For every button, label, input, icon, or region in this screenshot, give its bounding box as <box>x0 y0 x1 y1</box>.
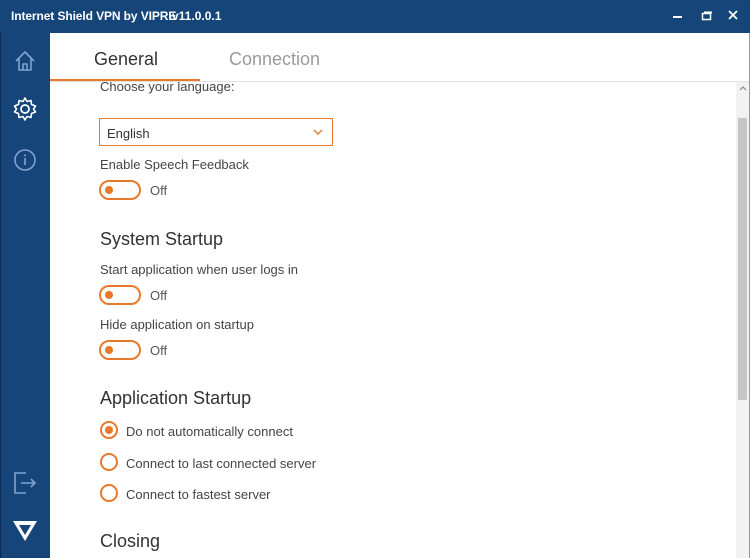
scroll-up-icon <box>739 86 747 91</box>
minimize-button[interactable] <box>668 7 688 25</box>
closing-heading: Closing <box>100 531 161 551</box>
settings-panel: Choose your language: English Enable Spe… <box>50 82 736 558</box>
maximize-button[interactable] <box>697 7 717 25</box>
sidebar-item-home[interactable] <box>11 47 39 75</box>
language-label: Choose your language: <box>100 82 235 94</box>
radio-label-no-auto-connect: Do not automatically connect <box>126 424 293 439</box>
gear-icon <box>13 97 37 121</box>
radio-no-auto-connect[interactable] <box>100 421 118 439</box>
speech-feedback-label: Enable Speech Feedback <box>100 157 249 172</box>
toggle-knob <box>105 186 113 194</box>
hide-on-startup-state: Off <box>150 343 168 358</box>
vertical-scrollbar[interactable] <box>736 82 750 558</box>
radio-label-last-server: Connect to last connected server <box>126 456 317 471</box>
toggle-knob <box>105 346 113 354</box>
start-on-login-label: Start application when user logs in <box>100 262 299 277</box>
language-select[interactable]: English <box>99 118 333 146</box>
speech-feedback-state: Off <box>150 183 168 198</box>
sidebar-item-settings[interactable] <box>11 95 39 123</box>
sidebar-item-logout[interactable] <box>11 469 39 497</box>
speech-feedback-toggle[interactable] <box>99 180 141 200</box>
start-on-login-state: Off <box>150 288 168 303</box>
window-border <box>0 33 1 558</box>
tab-general[interactable]: General <box>94 49 158 70</box>
tab-bar: General Connection <box>50 33 750 82</box>
close-button[interactable] <box>725 7 745 25</box>
start-on-login-toggle[interactable] <box>99 285 141 305</box>
sidebar <box>0 33 50 558</box>
chevron-down-icon <box>313 129 323 135</box>
radio-fastest-server[interactable] <box>100 484 118 502</box>
system-startup-heading: System Startup <box>100 229 224 249</box>
title-bar: Internet Shield VPN by VIPRE v11.0.0.1 <box>0 0 750 33</box>
scrollbar-thumb[interactable] <box>738 118 747 400</box>
radio-last-server[interactable] <box>100 453 118 471</box>
window-title: Internet Shield VPN by VIPRE <box>11 9 177 23</box>
radio-label-fastest-server: Connect to fastest server <box>126 487 271 502</box>
radio-selected-dot <box>105 426 113 434</box>
application-startup-heading: Application Startup <box>100 388 252 408</box>
minimize-icon <box>673 16 682 18</box>
hide-on-startup-toggle[interactable] <box>99 340 141 360</box>
app-version: v11.0.0.1 <box>172 9 222 23</box>
vipre-logo <box>11 516 39 544</box>
tab-connection[interactable]: Connection <box>229 49 320 70</box>
info-icon <box>14 149 36 171</box>
logout-icon <box>14 472 37 494</box>
home-icon <box>15 51 35 71</box>
toggle-knob <box>105 291 113 299</box>
close-icon <box>728 10 738 20</box>
active-tab-indicator <box>50 79 200 81</box>
restore-icon <box>701 11 712 21</box>
sidebar-item-info[interactable] <box>11 146 39 174</box>
vipre-logo-icon <box>13 521 37 541</box>
hide-on-startup-label: Hide application on startup <box>100 317 254 332</box>
language-select-value: English <box>107 126 150 141</box>
